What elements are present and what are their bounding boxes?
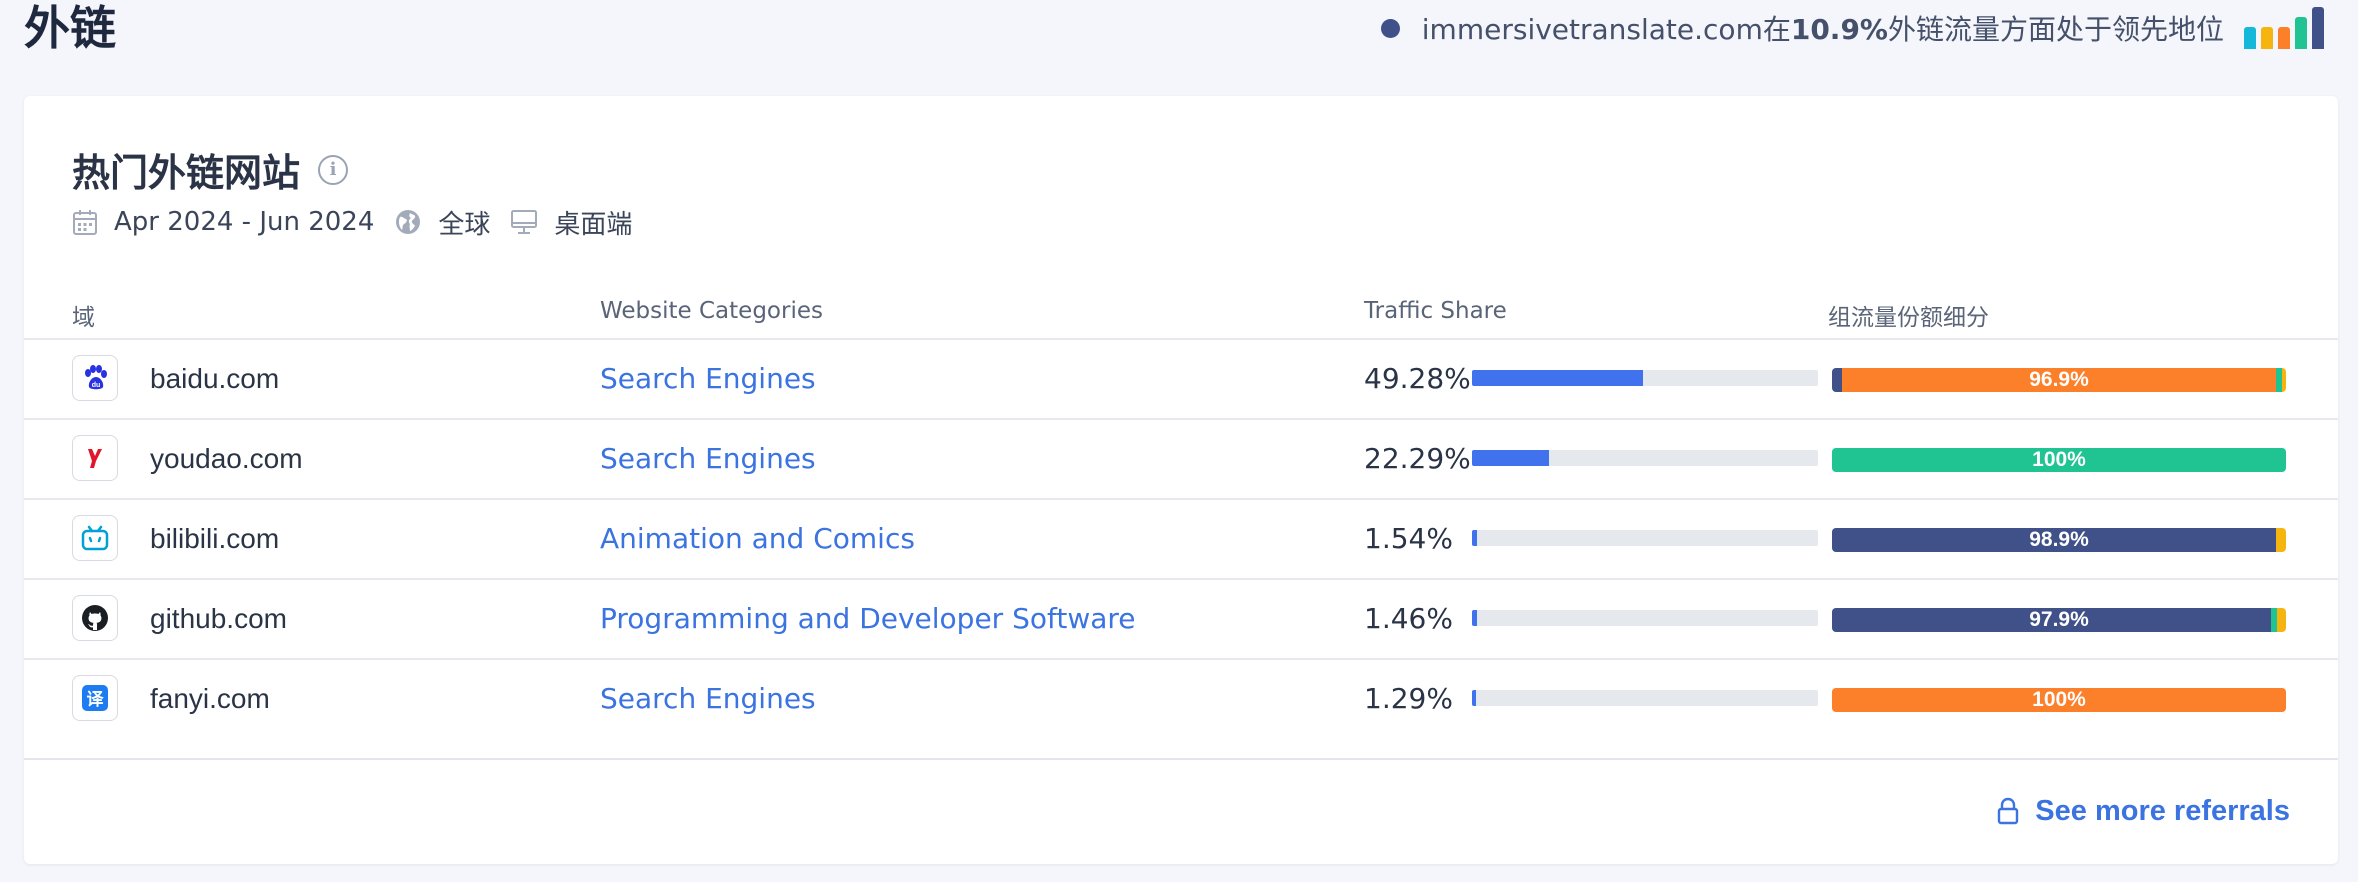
see-more-referrals-button[interactable]: See more referrals (1997, 786, 2290, 836)
column-header-breakdown: 组流量份额细分 (1828, 305, 1989, 331)
youdao-y-icon (72, 435, 118, 481)
domain-name[interactable]: github.com (150, 580, 287, 658)
table-row[interactable]: youdao.com Search Engines 22.29% 100% (24, 418, 2338, 498)
ranking-bar (2278, 27, 2290, 49)
traffic-share-value: 22.29% (1364, 442, 1471, 475)
traffic-share-fill (1472, 610, 1478, 626)
breakdown-label: 97.9% (2029, 608, 2089, 631)
table-row[interactable]: bilibili.com Animation and Comics 1.54% … (24, 498, 2338, 578)
see-more-label: See more referrals (2035, 794, 2290, 827)
referrals-page: 外链 immersivetranslate.com在10.9%外链流量方面处于领… (0, 0, 2358, 882)
column-header-category: Website Categories (600, 298, 823, 324)
traffic-share-bar (1472, 610, 1818, 626)
region-text: 全球 (438, 209, 491, 240)
page-title: 外链 (24, 1, 116, 55)
leader-suffix: 外链流量方面处于领先地位 (1887, 13, 2224, 46)
group-breakdown-bar[interactable]: 98.9% (1832, 528, 2286, 552)
traffic-share-fill (1472, 450, 1550, 466)
column-header-traffic-share: Traffic Share (1364, 298, 1507, 324)
traffic-share-value: 1.46% (1364, 602, 1453, 635)
traffic-share-bar (1472, 690, 1818, 706)
calendar-icon (72, 208, 98, 236)
group-breakdown-bar[interactable]: 100% (1832, 448, 2286, 472)
date-range: Apr 2024 - Jun 2024 (72, 207, 374, 237)
breakdown-label: 100% (2032, 448, 2086, 471)
desktop-icon (510, 208, 538, 236)
category-link[interactable]: Animation and Comics (600, 500, 915, 578)
traffic-share-value: 1.54% (1364, 522, 1453, 555)
region: 全球 (394, 204, 490, 241)
traffic-share-value: 1.29% (1364, 682, 1453, 715)
traffic-share-value: 49.28% (1364, 362, 1471, 395)
traffic-share-bar (1472, 370, 1818, 386)
traffic-share-fill (1472, 690, 1477, 706)
globe-icon (394, 208, 422, 236)
svg-text:译: 译 (87, 690, 105, 710)
table-row[interactable]: du baidu.com Search Engines 49.28% 96.9% (24, 338, 2338, 418)
leader-percentage: 10.9% (1790, 13, 1888, 46)
device: 桌面端 (510, 204, 632, 241)
group-breakdown-bar[interactable]: 96.9% (1832, 368, 2286, 392)
ranking-bar (2295, 17, 2307, 49)
category-link[interactable]: Programming and Developer Software (600, 580, 1136, 658)
column-header-domain: 域 (72, 305, 95, 331)
card-title: 热门外链网站 i (72, 142, 349, 197)
domain-name[interactable]: baidu.com (150, 340, 279, 418)
traffic-share-bar (1472, 450, 1818, 466)
traffic-share-fill (1472, 370, 1643, 386)
traffic-share-fill (1472, 530, 1478, 546)
table-row[interactable]: 译 fanyi.com Search Engines 1.29% 100% (24, 658, 2338, 738)
group-breakdown-bar[interactable]: 97.9% (1832, 608, 2286, 632)
domain-name[interactable]: fanyi.com (150, 660, 270, 738)
domain-name[interactable]: bilibili.com (150, 500, 279, 578)
breakdown-label: 100% (2032, 688, 2086, 711)
category-link[interactable]: Search Engines (600, 660, 816, 738)
bilibili-tv-icon (72, 515, 118, 561)
ranking-bars-icon (2244, 7, 2324, 49)
footer-divider (24, 758, 2338, 760)
baidu-paw-icon: du (72, 355, 118, 401)
category-link[interactable]: Search Engines (600, 420, 816, 498)
group-breakdown-bar[interactable]: 100% (1832, 688, 2286, 712)
date-range-text: Apr 2024 - Jun 2024 (114, 207, 375, 237)
card-title-text: 热门外链网站 (72, 151, 301, 195)
lock-icon (1997, 797, 2019, 825)
traffic-share-bar (1472, 530, 1818, 546)
breakdown-label: 96.9% (2029, 368, 2089, 391)
device-text: 桌面端 (554, 209, 633, 240)
top-referrals-card: 热门外链网站 i Apr 2024 - Jun 2024 全球 桌面端 域 We… (24, 96, 2338, 864)
leader-summary: immersivetranslate.com在10.9%外链流量方面处于领先地位 (1380, 0, 2324, 56)
svg-text:du: du (92, 382, 101, 389)
github-octocat-icon (72, 595, 118, 641)
ranking-bar (2261, 27, 2273, 49)
category-link[interactable]: Search Engines (600, 340, 816, 418)
info-icon[interactable]: i (318, 154, 349, 185)
ranking-bar (2312, 7, 2324, 49)
leader-bullet-icon (1380, 18, 1400, 38)
breakdown-label: 98.9% (2029, 528, 2089, 551)
domain-name[interactable]: youdao.com (150, 420, 303, 498)
ranking-bar (2244, 27, 2256, 49)
leader-text: immersivetranslate.com在10.9%外链流量方面处于领先地位 (1422, 8, 2224, 48)
table-row[interactable]: github.com Programming and Developer Sof… (24, 578, 2338, 658)
filter-meta-row: Apr 2024 - Jun 2024 全球 桌面端 (72, 202, 652, 242)
fanyi-translate-icon: 译 (72, 675, 118, 721)
leader-prefix: immersivetranslate.com在 (1421, 13, 1791, 46)
